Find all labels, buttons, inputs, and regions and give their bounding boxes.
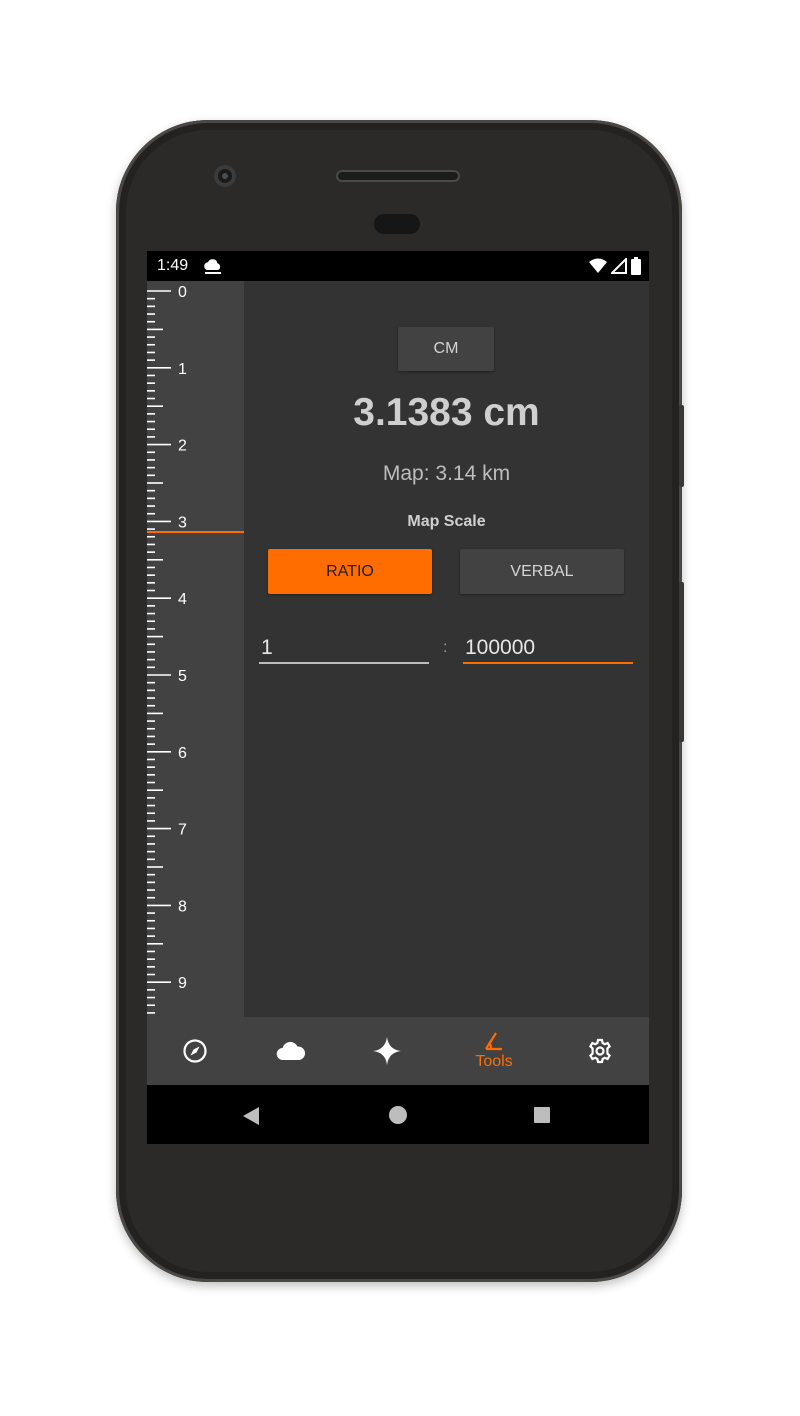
volume-button [679, 582, 684, 742]
proximity-sensor [374, 214, 420, 234]
scale-numerator-input[interactable]: 1 [259, 631, 429, 664]
ruler-label: 0 [178, 284, 187, 301]
measured-length: 3.1383 cm [353, 391, 540, 434]
screen: 1:49 0 1 2 3 4 5 6 7 8 9 CM 3.1383 cm Map: 3.14 k… [147, 251, 649, 1144]
nav-astronomy[interactable] [347, 1017, 427, 1085]
wifi-icon [589, 258, 607, 273]
map-scale-title: Map Scale [407, 513, 486, 530]
ruler-angle-icon [485, 1032, 502, 1051]
weather-cloud-icon [202, 259, 224, 280]
ruler-label: 1 [178, 361, 187, 378]
ruler-label: 2 [178, 438, 187, 455]
battery-icon [631, 257, 641, 275]
ruler-label: 4 [178, 591, 187, 608]
ruler-label: 6 [178, 745, 187, 762]
cloud-icon [276, 1041, 306, 1061]
astronomy-star-icon [373, 1037, 401, 1065]
system-navigation-bar [147, 1085, 649, 1144]
ruler-label: 3 [178, 514, 187, 531]
ruler-label: 5 [178, 668, 187, 685]
nav-settings[interactable] [560, 1017, 640, 1085]
nav-navigation[interactable] [155, 1017, 235, 1085]
power-button [679, 405, 684, 487]
tool-content: CM 3.1383 cm Map: 3.14 km Map Scale RATI… [244, 281, 649, 1017]
compass-icon [183, 1039, 207, 1063]
ruler-measure-line[interactable] [147, 531, 244, 534]
scale-separator: : [443, 639, 448, 656]
signal-icon [611, 258, 627, 274]
ruler[interactable]: 0 1 2 3 4 5 6 7 8 9 [147, 281, 244, 1017]
bottom-navigation: Tools [147, 1017, 649, 1085]
status-time: 1:49 [157, 257, 189, 274]
nav-tools[interactable]: Tools [454, 1017, 534, 1085]
home-icon[interactable] [389, 1106, 407, 1124]
ruler-label: 8 [178, 898, 187, 915]
status-icons [589, 257, 641, 275]
scale-denominator-input[interactable]: 100000 [463, 631, 633, 664]
nav-tools-label: Tools [475, 1053, 513, 1070]
back-icon[interactable] [242, 1106, 260, 1126]
ruler-label: 9 [178, 975, 187, 992]
ratio-button[interactable]: RATIO [268, 549, 432, 594]
recents-icon[interactable] [534, 1107, 550, 1123]
unit-toggle-button[interactable]: CM [398, 327, 494, 371]
earpiece-speaker [336, 170, 460, 182]
verbal-button[interactable]: VERBAL [460, 549, 624, 594]
status-bar: 1:49 [147, 251, 649, 281]
gear-icon [588, 1038, 612, 1064]
map-distance: Map: 3.14 km [382, 462, 511, 485]
ruler-label: 7 [178, 822, 187, 839]
front-camera [214, 165, 236, 187]
nav-weather[interactable] [251, 1017, 331, 1085]
